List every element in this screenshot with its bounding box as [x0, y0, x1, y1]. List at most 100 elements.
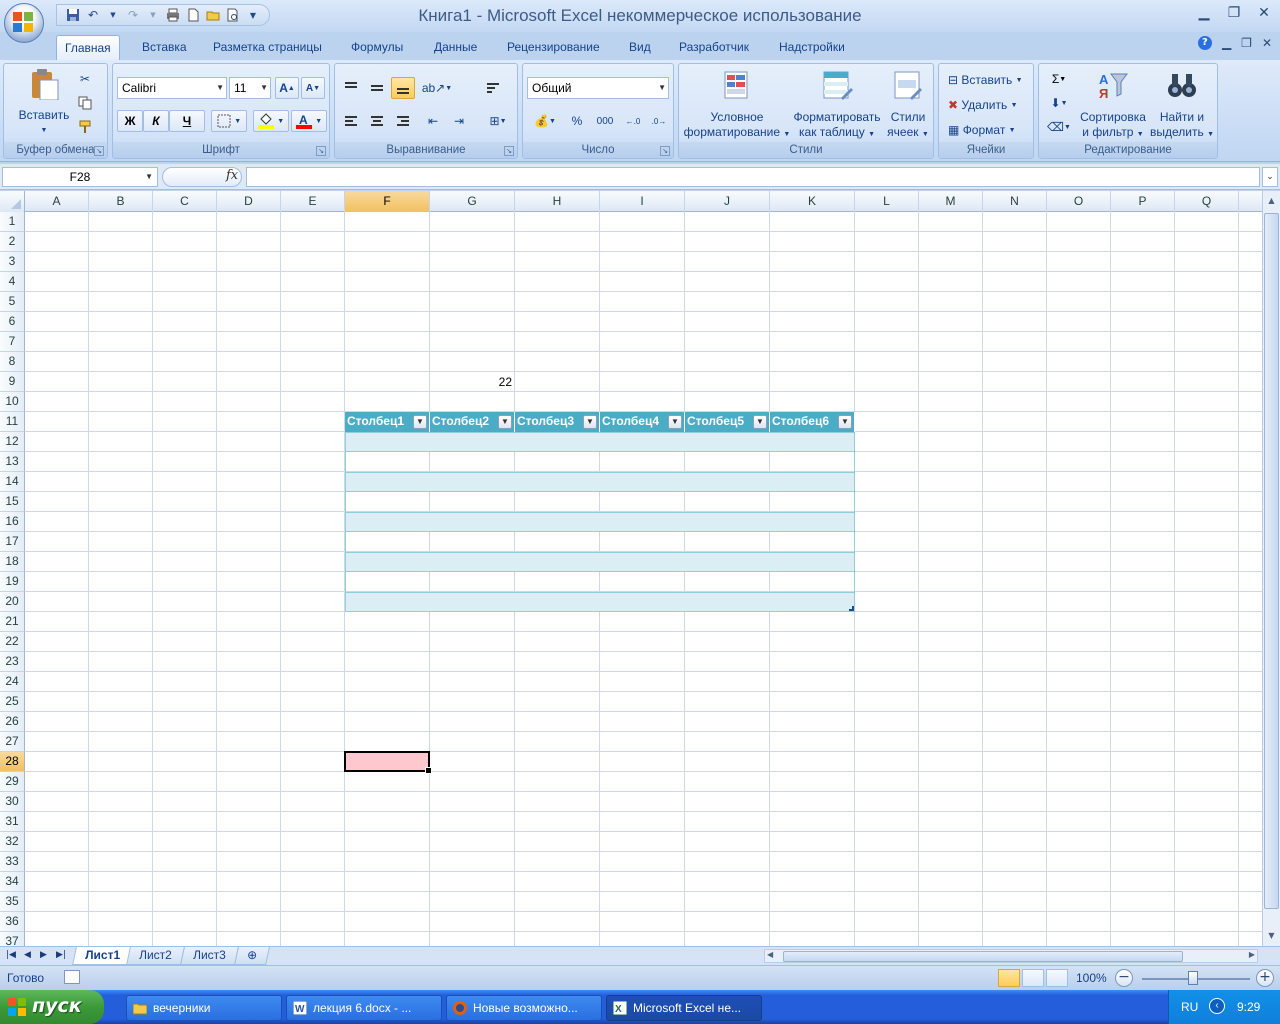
table-header-cell[interactable]: Столбец6 ▼: [770, 412, 855, 432]
row-header-8[interactable]: 8: [0, 352, 25, 372]
zoom-slider-thumb[interactable]: [1188, 971, 1198, 985]
cut-icon[interactable]: ✂: [74, 68, 96, 90]
horizontal-scroll-thumb[interactable]: [783, 951, 1183, 962]
tab-review[interactable]: Рецензирование: [499, 35, 608, 60]
increase-decimal-icon[interactable]: ←.0: [621, 110, 645, 132]
bold-button[interactable]: Ж: [117, 110, 143, 132]
row-header-10[interactable]: 10: [0, 392, 25, 412]
row-header-33[interactable]: 33: [0, 852, 25, 872]
wrap-text-icon[interactable]: [481, 77, 505, 99]
clipboard-launcher-icon[interactable]: ↘: [94, 146, 104, 156]
row-header-7[interactable]: 7: [0, 332, 25, 352]
name-box[interactable]: F28 ▼: [2, 167, 158, 187]
align-top-icon[interactable]: [339, 77, 363, 99]
scroll-left-icon[interactable]: ◀: [767, 950, 773, 959]
column-header-a[interactable]: A: [25, 191, 89, 212]
format-cells-button[interactable]: ▦ Формат ▼: [943, 119, 1031, 141]
row-header-34[interactable]: 34: [0, 872, 25, 892]
page-layout-view-icon[interactable]: [1022, 969, 1044, 987]
font-color-button[interactable]: A ▼: [291, 110, 327, 132]
table-header-cell[interactable]: Столбец1 ▼: [345, 412, 430, 432]
align-middle-icon[interactable]: [365, 77, 389, 99]
italic-button[interactable]: К: [143, 110, 169, 132]
zoom-level[interactable]: 100%: [1076, 971, 1107, 985]
scroll-right-icon[interactable]: ▶: [1249, 950, 1255, 959]
zoom-out-icon[interactable]: −: [1115, 969, 1133, 987]
help-icon[interactable]: ?: [1197, 36, 1212, 50]
font-size-combo[interactable]: 11 ▼: [229, 77, 271, 99]
autosum-icon[interactable]: Σ ▼: [1043, 68, 1075, 90]
filter-dropdown-icon[interactable]: ▼: [668, 415, 682, 429]
column-header-f[interactable]: F: [345, 191, 430, 212]
worksheet-grid[interactable]: ABCDEFGHIJKLMNOPQ 1 2 3 4 5 6 7 8 9 10 11 12 13 14 15 1…: [0, 191, 1262, 946]
row-header-22[interactable]: 22: [0, 632, 25, 652]
increase-indent-icon[interactable]: ⇥: [447, 110, 471, 132]
formula-input[interactable]: [246, 167, 1260, 187]
tab-addins[interactable]: Надстройки: [771, 35, 853, 60]
tab-developer[interactable]: Разработчик: [671, 35, 757, 60]
scroll-down-icon[interactable]: ▼: [1264, 928, 1279, 944]
vertical-scrollbar[interactable]: ▲ ▼: [1262, 191, 1280, 946]
row-header-1[interactable]: 1: [0, 212, 25, 232]
insert-function-icon[interactable]: fx: [226, 168, 238, 183]
first-sheet-icon[interactable]: |◀: [6, 950, 16, 960]
horizontal-scrollbar[interactable]: ◀ ▶: [764, 949, 1258, 963]
filter-dropdown-icon[interactable]: ▼: [838, 415, 852, 429]
row-header-35[interactable]: 35: [0, 892, 25, 912]
row-header-31[interactable]: 31: [0, 812, 25, 832]
font-name-combo[interactable]: Calibri ▼: [117, 77, 227, 99]
row-header-29[interactable]: 29: [0, 772, 25, 792]
find-select-button[interactable]: Найти и выделить ▼: [1149, 70, 1215, 142]
align-left-icon[interactable]: [339, 110, 363, 132]
number-launcher-icon[interactable]: ↘: [660, 146, 670, 156]
row-header-21[interactable]: 21: [0, 612, 25, 632]
grow-font-button[interactable]: A ▲: [275, 77, 299, 99]
chevron-down-icon[interactable]: ▼: [145, 168, 153, 186]
ribbon-close-icon[interactable]: ✕: [1262, 36, 1272, 50]
restore-icon[interactable]: ❐: [1224, 4, 1244, 22]
tab-home[interactable]: Главная: [56, 35, 120, 60]
cell-g9[interactable]: 22: [430, 375, 512, 389]
row-header-23[interactable]: 23: [0, 652, 25, 672]
cell-styles-button[interactable]: Стили ячеек ▼: [883, 70, 933, 142]
sheet-tab-3[interactable]: Лист3: [180, 947, 239, 965]
row-header-37[interactable]: 37: [0, 932, 25, 946]
paste-button[interactable]: Вставить ▼: [12, 68, 76, 138]
normal-view-icon[interactable]: [998, 969, 1020, 987]
taskbar-item-firefox[interactable]: Новые возможно...: [446, 995, 602, 1021]
column-header-o[interactable]: O: [1047, 191, 1111, 212]
last-sheet-icon[interactable]: ▶|: [56, 950, 66, 960]
align-center-icon[interactable]: [365, 110, 389, 132]
filter-dropdown-icon[interactable]: ▼: [498, 415, 512, 429]
table-resize-handle-icon[interactable]: [849, 606, 854, 611]
delete-cells-button[interactable]: ✖ Удалить ▼: [943, 94, 1031, 116]
ribbon-restore-icon[interactable]: ❐: [1241, 36, 1252, 50]
sort-filter-button[interactable]: АЯ Сортировка и фильтр ▼: [1077, 70, 1149, 142]
column-header-i[interactable]: I: [600, 191, 685, 212]
column-header-b[interactable]: B: [89, 191, 153, 212]
thousands-button[interactable]: 000: [591, 110, 619, 132]
font-launcher-icon[interactable]: ↘: [316, 146, 326, 156]
currency-icon[interactable]: 💰 ▼: [527, 110, 563, 132]
row-header-14[interactable]: 14: [0, 472, 25, 492]
column-header-q[interactable]: Q: [1175, 191, 1239, 212]
format-as-table-button[interactable]: Форматировать как таблицу ▼: [791, 70, 883, 142]
filter-dropdown-icon[interactable]: ▼: [413, 415, 427, 429]
vertical-scroll-thumb[interactable]: [1264, 213, 1279, 909]
start-button[interactable]: пуск: [0, 990, 104, 1024]
row-header-26[interactable]: 26: [0, 712, 25, 732]
column-header-e[interactable]: E: [281, 191, 345, 212]
taskbar-item-excel[interactable]: X Microsoft Excel не...: [606, 995, 762, 1021]
tab-insert[interactable]: Вставка: [134, 35, 195, 60]
orientation-icon[interactable]: ab↗ ▼: [419, 77, 455, 99]
row-header-9[interactable]: 9: [0, 372, 25, 392]
macro-record-icon[interactable]: [64, 970, 80, 984]
row-header-25[interactable]: 25: [0, 692, 25, 712]
active-cell[interactable]: [344, 751, 432, 774]
column-header-n[interactable]: N: [983, 191, 1047, 212]
tab-view[interactable]: Вид: [621, 35, 659, 60]
alignment-launcher-icon[interactable]: ↘: [504, 146, 514, 156]
sheet-tab-2[interactable]: Лист2: [126, 947, 185, 965]
column-header-k[interactable]: K: [770, 191, 855, 212]
column-header-j[interactable]: J: [685, 191, 770, 212]
